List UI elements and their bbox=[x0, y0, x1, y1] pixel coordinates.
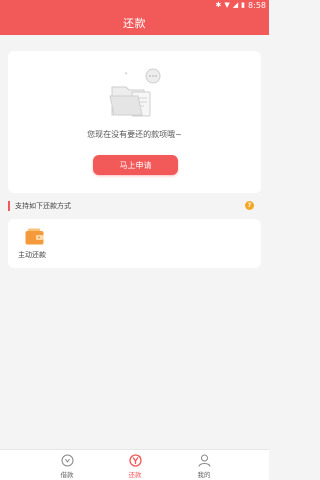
signal-icon: ◢ bbox=[232, 1, 239, 9]
wifi-icon: ▼ bbox=[224, 1, 230, 9]
profile-icon bbox=[198, 454, 210, 467]
tab-loan[interactable]: 借款 bbox=[47, 454, 87, 480]
method-label: 主动还款 bbox=[18, 251, 46, 259]
section-title: 支持如下还款方式 bbox=[15, 202, 71, 210]
loan-icon bbox=[61, 454, 73, 467]
section-accent-bar bbox=[8, 201, 10, 211]
repayment-methods-card: 主动还款 bbox=[8, 219, 261, 268]
svg-text:✦: ✦ bbox=[124, 71, 128, 77]
empty-state-message: 您现在没有要还的款项哦~ bbox=[87, 130, 182, 139]
battery-icon: ▮ bbox=[241, 1, 246, 9]
help-icon[interactable]: ? bbox=[245, 201, 254, 210]
wallet-icon bbox=[25, 228, 44, 245]
apply-now-button[interactable]: 马上申请 bbox=[93, 155, 178, 175]
method-active-repayment[interactable]: 主动还款 bbox=[18, 228, 52, 264]
bottom-tab-bar: 借款 还款 我的 bbox=[0, 449, 269, 480]
status-time: 8:58 bbox=[248, 0, 266, 10]
bluetooth-icon: ✱ bbox=[215, 1, 222, 9]
page-title: 还款 bbox=[123, 16, 146, 30]
tab-repay[interactable]: 还款 bbox=[115, 454, 155, 480]
tab-label: 借款 bbox=[60, 471, 74, 479]
tab-profile[interactable]: 我的 bbox=[184, 454, 224, 480]
repayment-methods-header: 支持如下还款方式 ? bbox=[8, 199, 261, 213]
repay-icon bbox=[128, 454, 142, 467]
empty-folder-icon: ✦ bbox=[109, 68, 161, 117]
status-bar: ✱ ▼ ◢ ▮ 8:58 bbox=[0, 0, 269, 10]
app-bar: 还款 bbox=[0, 10, 269, 35]
tab-label: 我的 bbox=[197, 471, 211, 479]
tab-label: 还款 bbox=[128, 471, 142, 479]
